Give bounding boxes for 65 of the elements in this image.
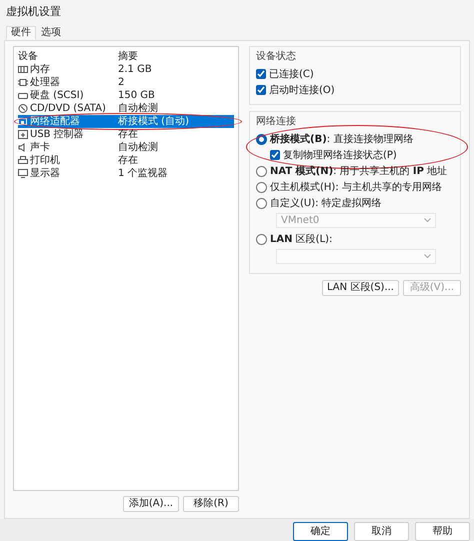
dialog-button[interactable]: 取消 xyxy=(354,522,409,541)
checkbox-label: 复制物理网络连接状态(P) xyxy=(283,148,397,162)
device-name: 声卡 xyxy=(30,141,50,154)
device-row[interactable]: 网络适配器 桥接模式 (自动) xyxy=(18,115,234,128)
dialog-button[interactable]: 确定 xyxy=(293,522,348,541)
radio-button[interactable] xyxy=(256,198,267,208)
tab[interactable]: 选项 xyxy=(36,26,66,40)
device-name: USB 控制器 xyxy=(30,128,84,141)
device-name: 打印机 xyxy=(30,154,60,167)
list-button[interactable]: 添加(A)... xyxy=(123,496,179,512)
chevron-icon xyxy=(424,218,431,223)
radio-label: 自定义(U): 特定虚拟网络 xyxy=(270,196,382,210)
radio-button[interactable] xyxy=(256,234,267,244)
dropdown-value: VMnet0 xyxy=(281,214,320,228)
device-row[interactable]: 声卡 自动检测 xyxy=(18,141,234,154)
radio-label: LAN 区段(L): xyxy=(270,232,332,246)
radio-button[interactable] xyxy=(256,134,267,144)
group-title: 网络连接 xyxy=(256,114,297,129)
device-name: 处理器 xyxy=(30,76,60,89)
radio-label: NAT 模式(N): 用于共享主机的 IP 地址 xyxy=(270,164,448,178)
checkbox-label: 已连接(C) xyxy=(269,68,314,82)
radio-label: 桥接模式(B): 直接连接物理网络 xyxy=(270,132,414,146)
radio-label: 仅主机模式(H): 与主机共享的专用网络 xyxy=(270,180,442,194)
group-title: 设备状态 xyxy=(256,50,297,64)
device-summary: 存在 xyxy=(118,128,138,141)
device-row[interactable]: 内存 2.1 GB xyxy=(18,63,234,76)
radio-button[interactable] xyxy=(256,182,267,192)
checkbox[interactable] xyxy=(256,85,266,95)
usb-icon xyxy=(18,130,28,139)
action-button[interactable]: LAN 区段(S)... xyxy=(322,280,399,296)
disc-icon xyxy=(18,104,28,113)
device-row[interactable]: 硬盘 (SCSI) 150 GB xyxy=(18,89,234,102)
device-name: 网络适配器 xyxy=(30,115,80,128)
device-row[interactable]: CD/DVD (SATA) 自动检测 xyxy=(18,102,234,115)
device-row[interactable]: 处理器 2 xyxy=(18,76,234,89)
list-button[interactable]: 移除(R) xyxy=(183,496,239,512)
checkbox[interactable] xyxy=(256,69,266,79)
device-name: 显示器 xyxy=(30,167,60,180)
network-icon xyxy=(18,117,28,126)
device-name: 内存 xyxy=(30,63,50,76)
device-summary: 150 GB xyxy=(118,89,155,102)
dialog-button[interactable]: 帮助 xyxy=(415,522,470,541)
column-header: 设备 xyxy=(18,50,38,63)
device-name: CD/DVD (SATA) xyxy=(30,102,106,115)
checkbox-label: 启动时连接(O) xyxy=(269,84,335,98)
device-summary: 1 个监视器 xyxy=(118,167,168,180)
memory-icon xyxy=(18,65,28,74)
device-row[interactable]: 打印机 存在 xyxy=(18,154,234,167)
device-summary: 自动检测 xyxy=(118,141,158,154)
device-row[interactable]: USB 控制器 存在 xyxy=(18,128,234,141)
radio-button[interactable] xyxy=(256,166,267,176)
checkbox[interactable] xyxy=(270,150,280,160)
monitor-icon xyxy=(18,169,28,178)
device-summary: 2 xyxy=(118,76,124,89)
device-summary: 桥接模式 (自动) xyxy=(118,115,189,128)
tab[interactable]: 硬件 xyxy=(6,26,36,40)
device-name: 硬盘 (SCSI) xyxy=(30,89,84,102)
column-header: 摘要 xyxy=(118,50,138,63)
chip-icon xyxy=(18,78,28,87)
device-summary: 2.1 GB xyxy=(118,63,152,76)
chevron-icon xyxy=(424,254,431,259)
device-summary: 自动检测 xyxy=(118,102,158,115)
printer-icon xyxy=(18,156,28,165)
device-row[interactable]: 显示器 1 个监视器 xyxy=(18,167,234,180)
device-summary: 存在 xyxy=(118,154,138,167)
